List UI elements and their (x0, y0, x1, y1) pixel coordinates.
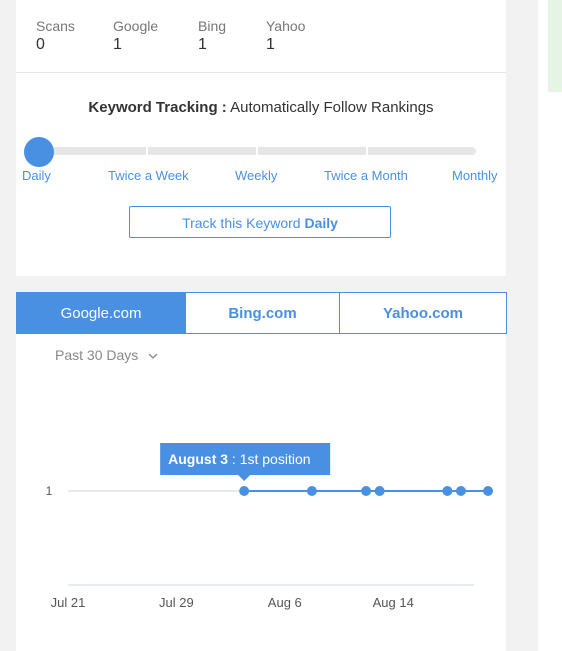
stat-google: Google 1 (113, 18, 158, 54)
stat-label: Bing (198, 18, 227, 34)
tooltip-date: August 3 (168, 451, 228, 467)
period-label: Past 30 Days (55, 347, 139, 363)
stat-value: 1 (113, 36, 122, 53)
chevron-down-icon (148, 353, 158, 360)
tooltip-pointer (238, 475, 251, 481)
stat-value: 1 (266, 36, 275, 53)
stat-value: 0 (36, 36, 45, 53)
stat-value: 1 (198, 36, 207, 53)
rankings-chart-card: Google.com Bing.com Yahoo.com Past 30 Da… (16, 292, 507, 651)
frequency-twice-a-month[interactable]: Twice a Month (324, 168, 408, 183)
stat-label: Yahoo (266, 18, 306, 34)
data-point (374, 486, 385, 496)
tooltip-value: : 1st position (228, 451, 311, 467)
tracking-title-bold: Keyword Tracking : (88, 99, 227, 116)
tooltip-text: August 3 : 1st position (168, 451, 310, 467)
stats-card: Scans 0 Google 1 Bing 1 Yahoo 1 (16, 0, 506, 73)
right-panel-notice (548, 0, 562, 92)
keyword-tracking-title: Keyword Tracking : Automatically Follow … (16, 99, 506, 116)
tracking-title-rest: Automatically Follow Rankings (226, 99, 434, 116)
data-point (361, 486, 372, 496)
tab-google[interactable]: Google.com (16, 292, 186, 334)
track-keyword-button[interactable]: Track this Keyword Daily (129, 206, 391, 238)
frequency-monthly[interactable]: Monthly (452, 168, 498, 183)
stat-label: Scans (36, 18, 75, 34)
track-button-frequency: Daily (304, 215, 338, 231)
ranking-chart: 1 Jul 21 Jul 29 Aug 6 Aug 14 August 3 : 1st p… (46, 443, 494, 610)
slider-separator (366, 147, 368, 155)
track-button-prefix: Track this Keyword (182, 215, 305, 231)
right-side-panel (538, 0, 562, 651)
data-point (239, 486, 250, 496)
frequency-slider-track[interactable] (40, 147, 476, 155)
stat-scans: Scans 0 (36, 18, 75, 54)
period-select[interactable]: Past 30 Days (55, 347, 159, 363)
x-tick-label: Aug 6 (268, 595, 302, 610)
data-point (483, 486, 494, 496)
stat-label: Google (113, 18, 159, 34)
frequency-slider-knob[interactable] (24, 137, 54, 167)
keyword-tracking-card: Keyword Tracking : Automatically Follow … (16, 73, 506, 276)
frequency-weekly[interactable]: Weekly (235, 168, 277, 183)
data-point (442, 486, 453, 496)
tab-bing[interactable]: Bing.com (185, 292, 340, 334)
frequency-daily[interactable]: Daily (22, 168, 51, 183)
x-tick-label: Jul 29 (159, 595, 194, 610)
slider-separator (256, 147, 258, 155)
x-tick-label: Jul 21 (51, 595, 86, 610)
data-point (455, 486, 466, 496)
slider-separator (146, 147, 148, 155)
y-tick-label: 1 (46, 484, 53, 498)
frequency-twice-a-week[interactable]: Twice a Week (108, 168, 189, 183)
x-tick-label: Aug 14 (373, 595, 414, 610)
stat-yahoo: Yahoo 1 (266, 18, 305, 54)
data-point (306, 486, 317, 496)
stat-bing: Bing 1 (198, 18, 226, 54)
tab-yahoo[interactable]: Yahoo.com (339, 292, 507, 334)
